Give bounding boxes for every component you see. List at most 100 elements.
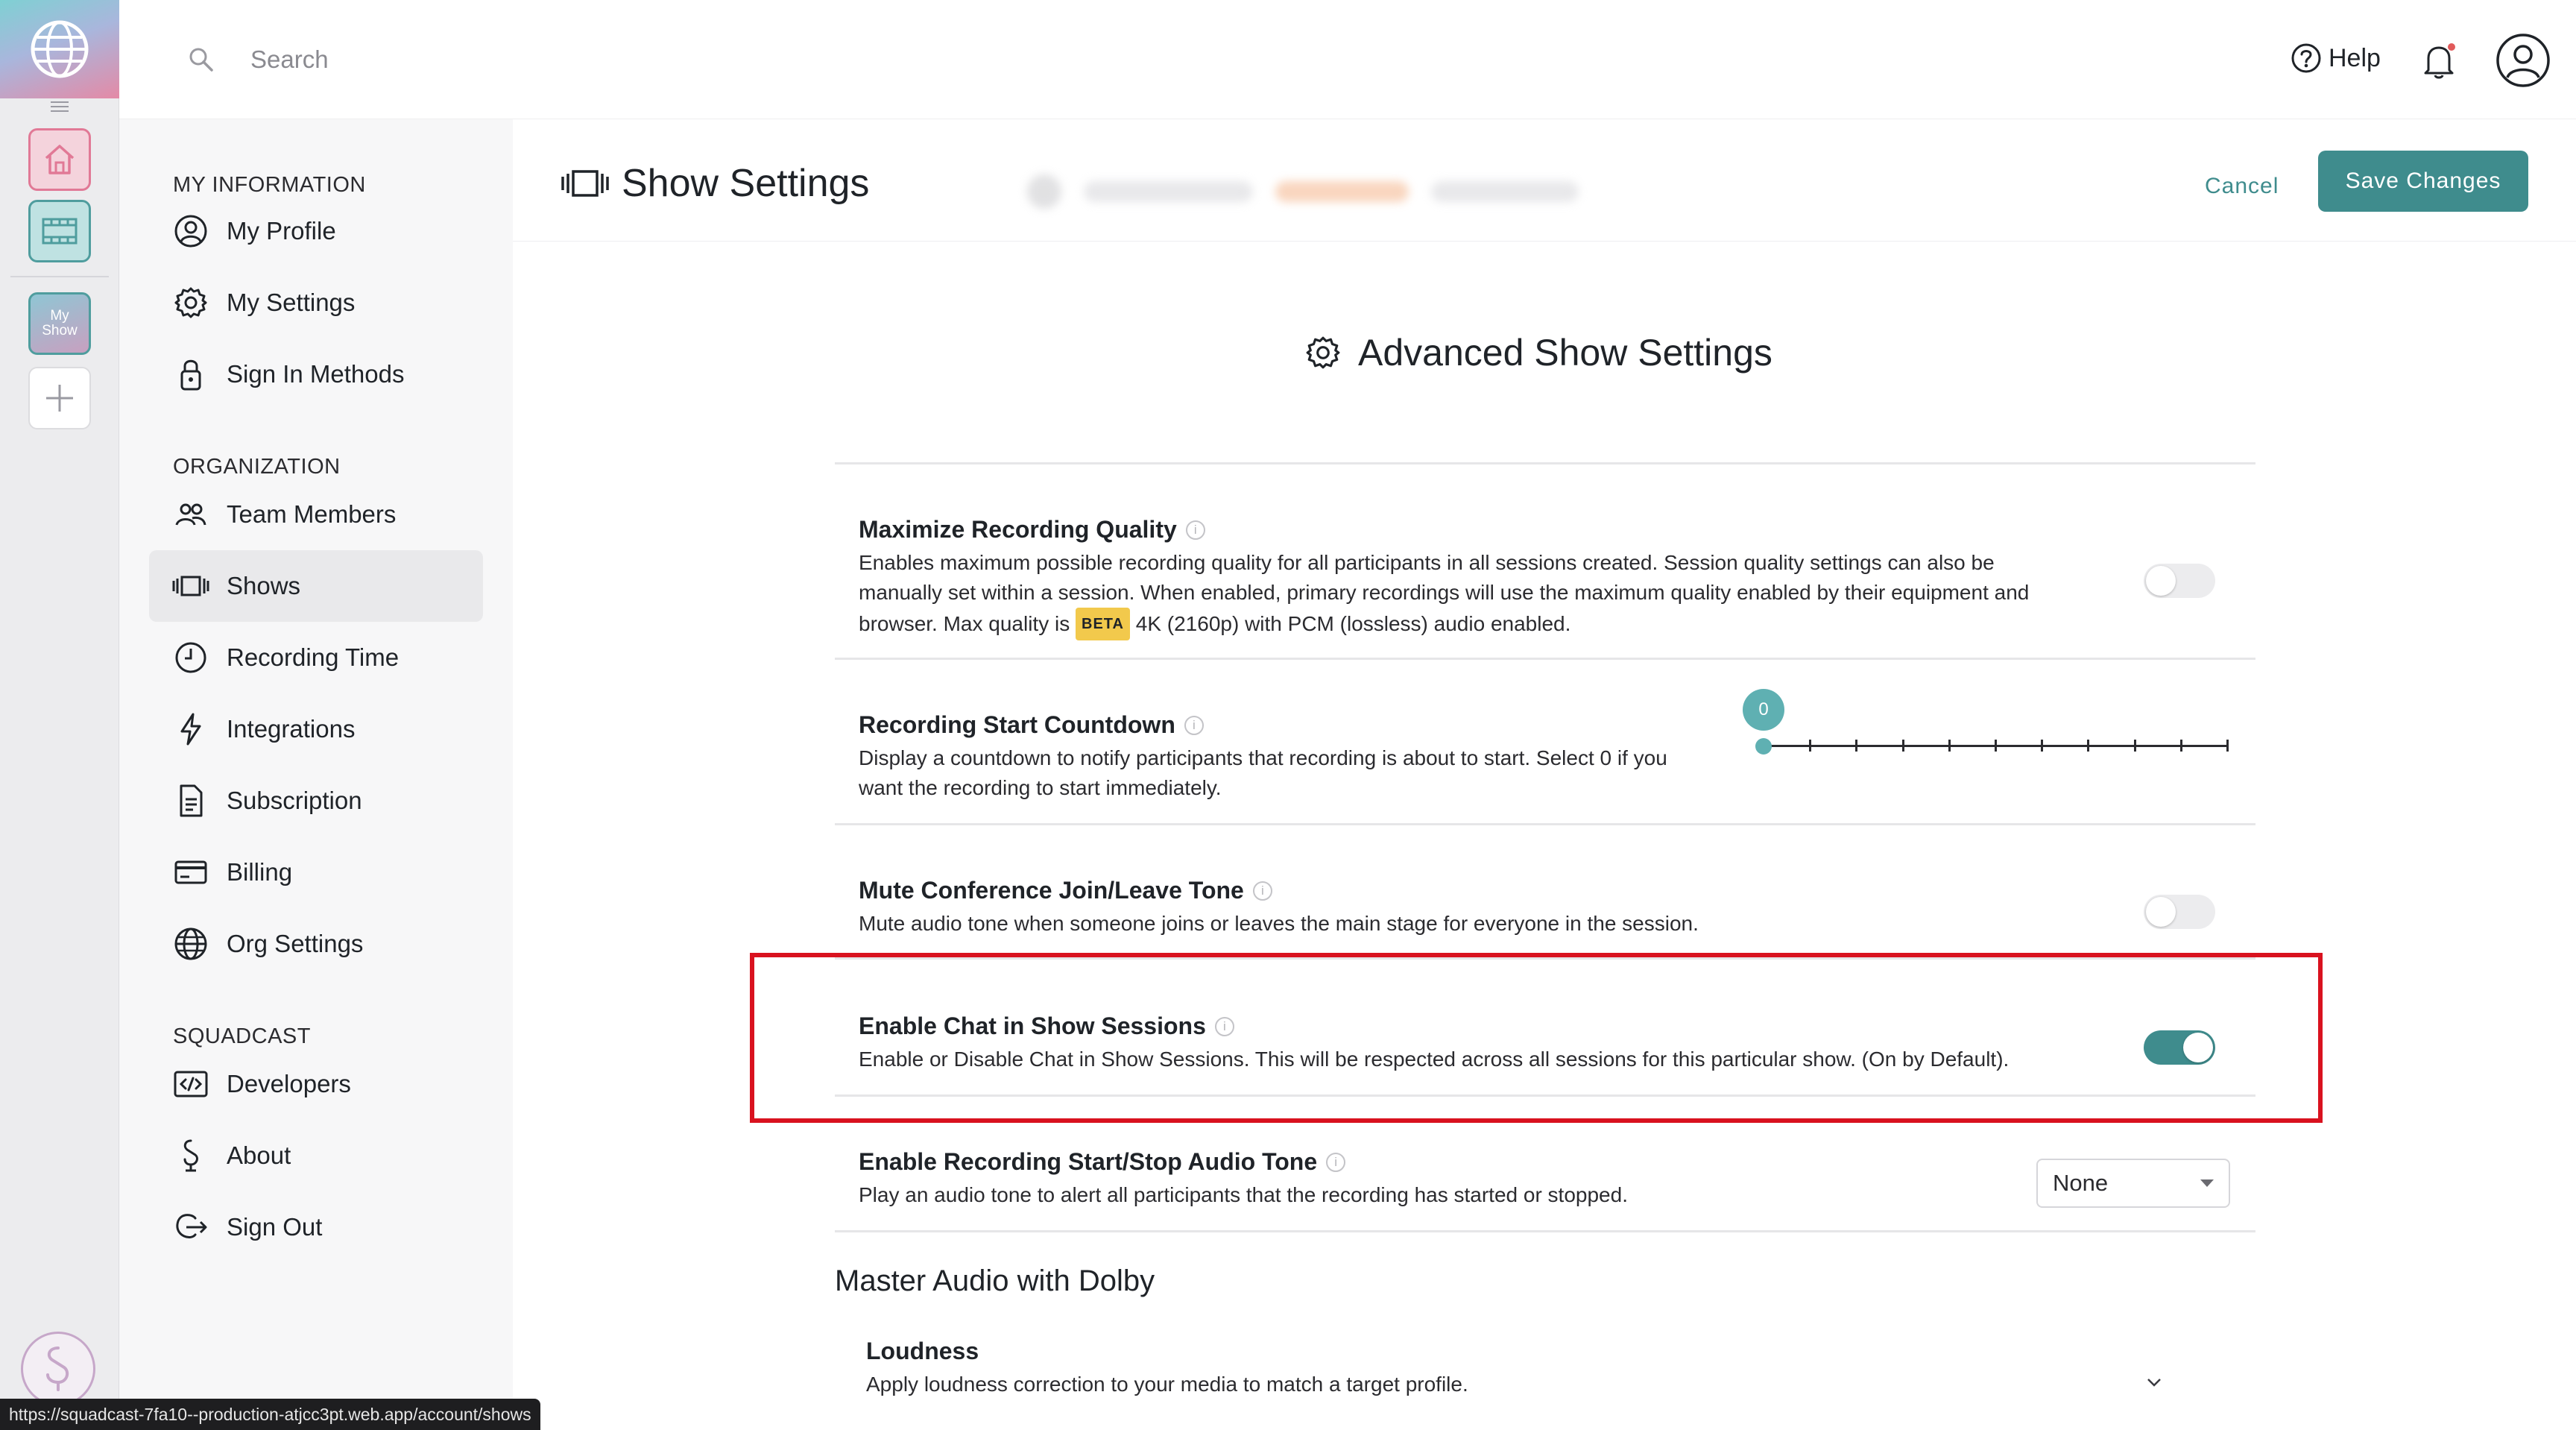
chevron-down-icon[interactable] — [2144, 1375, 2165, 1390]
divider — [835, 823, 2255, 825]
search-icon — [189, 48, 213, 72]
home-button[interactable] — [28, 128, 91, 191]
save-changes-button[interactable]: Save Changes — [2318, 151, 2528, 212]
plus-icon — [46, 385, 73, 412]
mute-tone-toggle[interactable] — [2144, 895, 2215, 929]
team-icon — [175, 503, 206, 526]
my-show-tile[interactable]: My Show — [28, 292, 91, 355]
app-rail: My Show — [0, 0, 119, 1430]
sidebar-item-label: Shows — [227, 572, 301, 599]
sidebar-item-org-settings[interactable]: Org Settings — [149, 908, 483, 980]
page-title: Show Settings — [622, 162, 870, 205]
status-bar-url: https://squadcast-7fa10--production-atjc… — [0, 1399, 540, 1430]
my-show-tile-line2: Show — [42, 323, 78, 338]
credit-card-icon — [174, 860, 207, 884]
select-value: None — [2053, 1170, 2109, 1196]
setting-description: Mute audio tone when someone joins or le… — [859, 912, 1699, 935]
setting-title: Loudness — [866, 1338, 979, 1364]
info-icon[interactable]: i — [1252, 881, 1272, 901]
sidebar-item-label: Recording Time — [227, 643, 400, 671]
cancel-button[interactable]: Cancel — [2190, 157, 2294, 216]
help-button[interactable]: Help — [2290, 42, 2381, 75]
gear-icon — [174, 287, 207, 318]
slider-tick — [2133, 740, 2136, 752]
sidebar-item-label: Subscription — [227, 787, 362, 814]
account-avatar-icon[interactable] — [2496, 33, 2551, 88]
top-bar: Help — [119, 0, 2576, 119]
shows-button[interactable] — [28, 200, 91, 262]
page-header: Show Settings Cancel Save Changes — [513, 119, 2576, 242]
sidebar-item-label: Integrations — [227, 715, 356, 743]
setting-description: Play an audio tone to alert all particip… — [859, 1183, 1628, 1206]
collapse-menu-icon[interactable] — [51, 101, 69, 113]
maximize-quality-toggle[interactable] — [2144, 564, 2215, 598]
slider-handle[interactable] — [1755, 738, 1772, 755]
slider-tick — [2226, 740, 2229, 752]
setting-description: Enables maximum possible recording quali… — [859, 548, 2081, 640]
audio-tone-select[interactable]: None — [2036, 1159, 2230, 1208]
sidebar-item-label: Org Settings — [227, 930, 364, 957]
sidebar-item-my-profile[interactable]: My Profile — [149, 195, 483, 267]
section-label-my-information: MY INFORMATION — [173, 173, 366, 197]
slider-tick — [1809, 740, 1812, 752]
sidebar-item-integrations[interactable]: Integrations — [149, 693, 483, 765]
slider-tick — [1855, 740, 1858, 752]
code-icon — [174, 1071, 208, 1097]
sidebar-item-about[interactable]: About — [149, 1120, 483, 1191]
add-show-button[interactable] — [28, 367, 91, 429]
toggle-knob — [2183, 1033, 2213, 1062]
setting-enable-chat: Enable Chat in Show Sessions i Enable or … — [859, 1012, 2081, 1074]
setting-title: Maximize Recording Quality — [859, 516, 1177, 543]
setting-loudness[interactable]: Loudness Apply loudness correction to yo… — [866, 1338, 2089, 1399]
document-icon — [180, 784, 203, 817]
info-icon[interactable]: i — [1214, 1016, 1234, 1036]
sidebar-item-label: About — [227, 1141, 291, 1169]
sidebar-item-recording-time[interactable]: Recording Time — [149, 622, 483, 693]
globe-icon — [174, 927, 207, 960]
sidebar-item-developers[interactable]: Developers — [149, 1048, 483, 1120]
divider — [835, 658, 2255, 660]
slider-tick — [2041, 740, 2044, 752]
shows-icon — [561, 170, 609, 197]
sidebar-item-team-members[interactable]: Team Members — [149, 479, 483, 550]
sidebar-item-label: Team Members — [227, 500, 397, 528]
setting-recording-audio-tone: Enable Recording Start/Stop Audio Tone i … — [859, 1148, 2081, 1210]
slider-tick — [2179, 740, 2182, 752]
help-label: Help — [2329, 43, 2381, 72]
section-heading-dolby: Master Audio with Dolby — [835, 1264, 1155, 1297]
advanced-settings-title: Advanced Show Settings — [1304, 331, 1772, 374]
divider — [835, 462, 2255, 464]
page-title-group: Show Settings — [561, 161, 869, 206]
my-show-tile-line1: My — [50, 308, 69, 324]
sidebar-item-sign-in-methods[interactable]: Sign In Methods — [149, 338, 483, 410]
sidebar-item-my-settings[interactable]: My Settings — [149, 267, 483, 338]
sidebar-item-sign-out[interactable]: Sign Out — [149, 1191, 483, 1263]
settings-sidebar: MY INFORMATION My Profile My Settings Si… — [119, 119, 513, 1430]
rail-divider — [10, 276, 109, 277]
profile-icon — [174, 215, 207, 248]
setting-mute-join-leave-tone: Mute Conference Join/Leave Tone i Mute au… — [859, 877, 2081, 939]
setting-description: Enable or Disable Chat in Show Sessions.… — [859, 1048, 2010, 1071]
setting-description: Apply loudness correction to your media … — [866, 1373, 1468, 1396]
slider-tick — [1948, 740, 1951, 752]
enable-chat-toggle[interactable] — [2144, 1030, 2215, 1065]
search-input[interactable] — [250, 39, 698, 81]
sidebar-item-subscription[interactable]: Subscription — [149, 765, 483, 837]
sidebar-item-billing[interactable]: Billing — [149, 837, 483, 908]
gear-icon — [1306, 336, 1340, 369]
setting-title: Enable Recording Start/Stop Audio Tone — [859, 1148, 1318, 1175]
sidebar-item-label: Billing — [227, 858, 293, 886]
sidebar-item-label: My Settings — [227, 289, 356, 316]
info-icon[interactable]: i — [1184, 715, 1204, 735]
home-icon — [45, 145, 75, 174]
shows-icon — [172, 576, 209, 596]
info-icon[interactable]: i — [1185, 520, 1205, 540]
toggle-knob — [2146, 566, 2176, 596]
slider-value-bubble: 0 — [1743, 689, 1784, 731]
sidebar-item-shows[interactable]: Shows — [149, 550, 483, 622]
slider-tick — [1901, 740, 1904, 752]
countdown-slider[interactable]: 0 — [1743, 689, 2242, 771]
workspace-globe-button[interactable] — [0, 0, 119, 98]
info-icon[interactable]: i — [1326, 1152, 1346, 1172]
sidebar-item-label: Developers — [227, 1070, 351, 1097]
